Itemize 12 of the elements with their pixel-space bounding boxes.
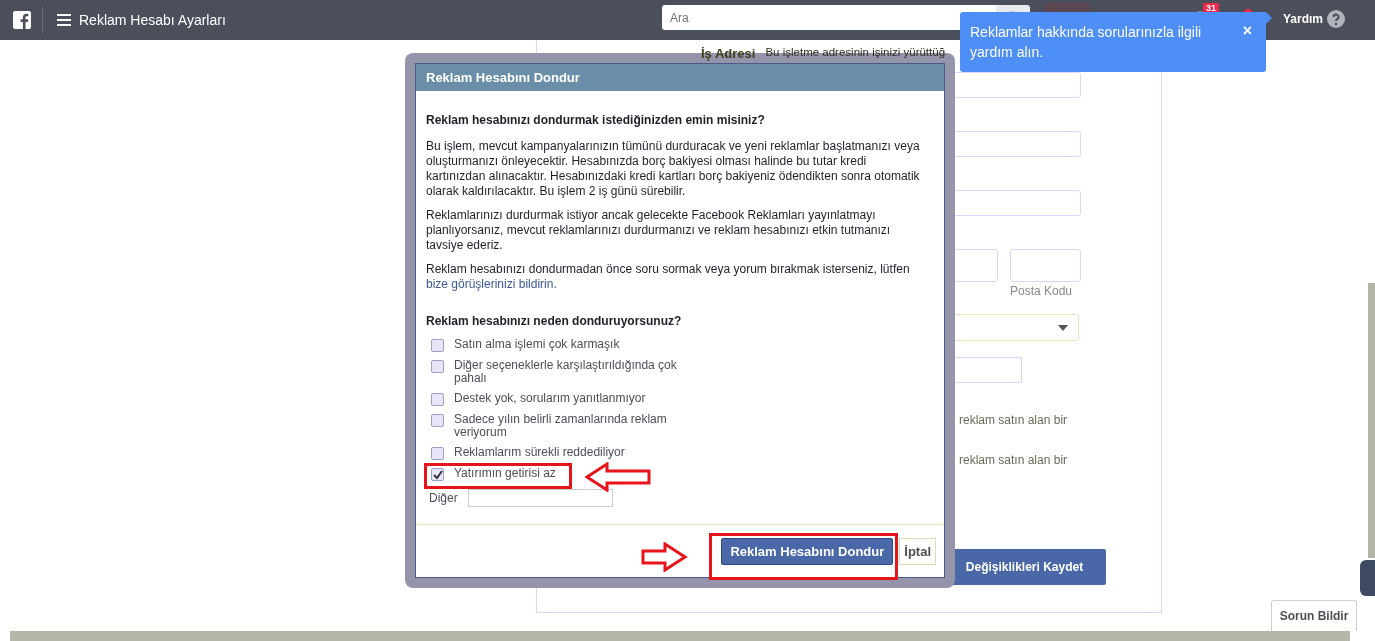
option-text: reklam satın alan bir	[959, 413, 1069, 427]
field-label: Diğer	[429, 491, 458, 505]
field-label: Posta Kodu	[1010, 284, 1074, 298]
page-title: Reklam Hesabı Ayarları	[79, 12, 226, 28]
reason-question: Reklam hesabınızı neden donduruyorsunuz?	[426, 314, 683, 328]
dialog-paragraph: Reklam hesabınızı dondurmadan önce soru sormak veya yorum bırakmak isterseniz, lütfen bize görüşlerinizi bildirin.	[426, 262, 911, 292]
dialog-paragraph: Bu işlem, mevcut kampanyalarınızın tümünü durduracak ve yeni reklamlar başlatmanızı veya oluşturmanızı önleyecektir. Hesabınızda borç bakiyesi olması halinde bu tutar kredi kartınızdan alınacaktır. Hesabınızdaki kredi kartları borç bakiyeniz ödendikten sonra otomatik olarak kaldırılacaktır. Bu işlem 2 iş günü sürebilir.	[426, 139, 921, 199]
dialog-question: Reklam hesabınızı dondurmak istediğinizden emin misiniz?	[426, 113, 766, 127]
dialog-paragraph: Reklamlarınızı durdurmak istiyor ancak gelecekte Facebook Reklamları yayınlatmayı planlıyorsanız, mevcut reklamlarınızı durdurmanızı ve reklam hesabınızı etkin tutmanızı tavsiye ederiz.	[426, 208, 892, 253]
dialog-title: Reklam Hesabını Dondur	[416, 64, 944, 91]
field-hint: Bu işletme adresinin işinizi yürüttüğ	[765, 46, 946, 58]
option-text: reklam satın alan bir	[959, 453, 1069, 467]
